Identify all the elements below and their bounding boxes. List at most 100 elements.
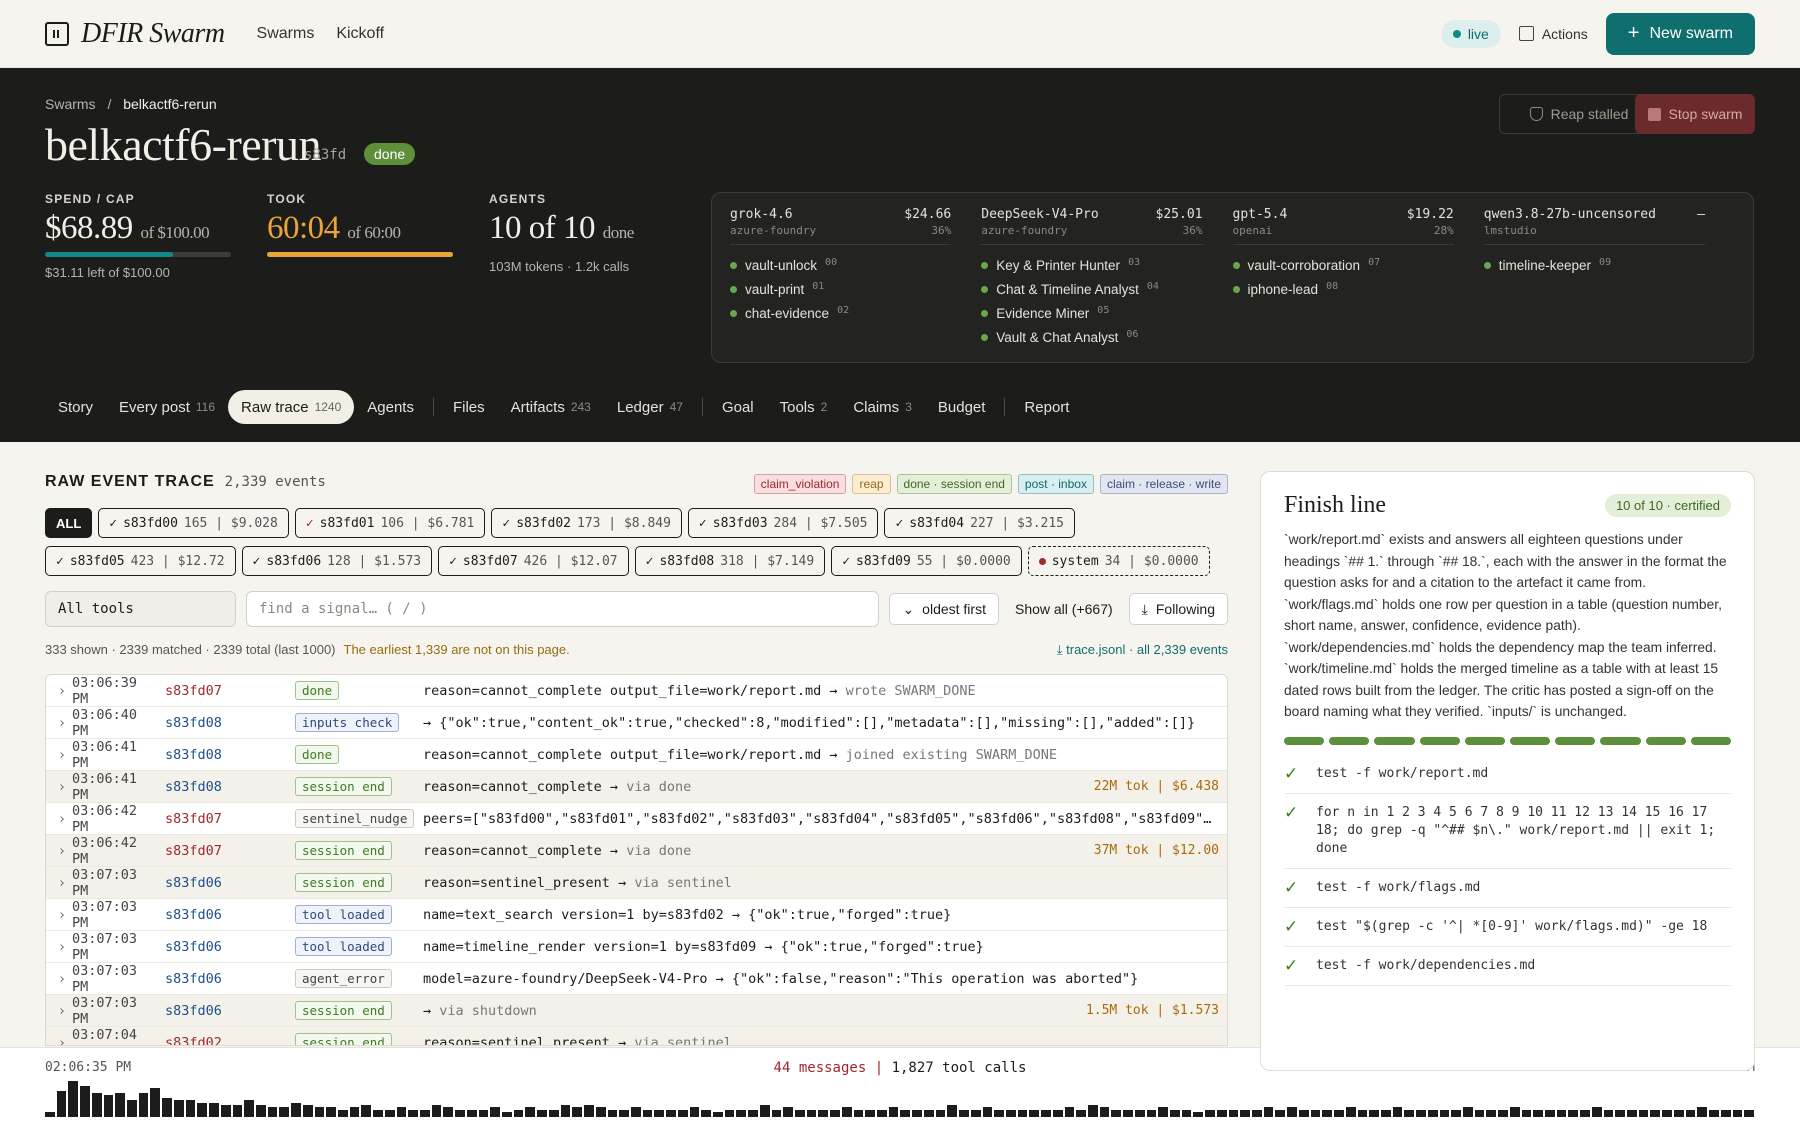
row-agent[interactable]: s83fd08	[165, 779, 295, 795]
table-row[interactable]: › 03:07:03 PM s83fd06 session end → via shut…	[46, 995, 1227, 1027]
expand-chevron-icon[interactable]: ›	[52, 907, 72, 923]
sort-button[interactable]: ⌄ oldest first	[889, 593, 999, 625]
tools-select[interactable]: All tools	[45, 591, 236, 627]
chip-agent-id: system	[1051, 553, 1099, 569]
tab-every-post[interactable]: Every post 116	[106, 390, 228, 424]
agent-item[interactable]: chat-evidence 02	[730, 301, 951, 325]
new-swarm-button[interactable]: + New swarm	[1605, 12, 1755, 55]
tab-report[interactable]: Report	[1011, 390, 1082, 424]
tab-goal[interactable]: Goal	[709, 390, 767, 424]
tab-agents[interactable]: Agents	[354, 390, 427, 424]
agent-filter-chip[interactable]: ✓ s83fd09 55 | $0.0000	[831, 546, 1022, 576]
agent-filter-chip[interactable]: ✓ s83fd08 318 | $7.149	[634, 546, 826, 576]
agent-item[interactable]: Chat & Timeline Analyst 04	[981, 277, 1202, 301]
agent-filter-chip[interactable]: ✓ s83fd03 284 | $7.505	[687, 508, 879, 538]
row-agent[interactable]: s83fd06	[165, 939, 295, 955]
agent-filter-chip[interactable]: ✓ s83fd05 423 | $12.72	[45, 546, 236, 576]
tab-claims[interactable]: Claims 3	[840, 390, 925, 424]
certified-badge: 10 of 10 · certified	[1604, 494, 1731, 517]
agent-filter-chip[interactable]: ✓ s83fd06 128 | $1.573	[241, 546, 433, 576]
row-agent[interactable]: s83fd06	[165, 875, 295, 891]
expand-chevron-icon[interactable]: ›	[52, 843, 72, 859]
agent-filter-chip[interactable]: ✓ s83fd00 165 | $9.028	[98, 508, 289, 538]
actions-button[interactable]: Actions	[1518, 26, 1588, 42]
tab-budget[interactable]: Budget	[925, 390, 999, 424]
agent-item[interactable]: Key & Printer Hunter 03	[981, 253, 1202, 277]
agent-item[interactable]: Vault & Chat Analyst 06	[981, 325, 1202, 349]
expand-chevron-icon[interactable]: ›	[52, 811, 72, 827]
table-row[interactable]: › 03:07:03 PM s83fd06 tool loaded name=timel…	[46, 931, 1227, 963]
row-agent[interactable]: s83fd08	[165, 747, 295, 763]
stop-icon	[1647, 107, 1661, 121]
expand-chevron-icon[interactable]: ›	[52, 1003, 72, 1019]
timeline-bar	[232, 1105, 243, 1117]
expand-chevron-icon[interactable]: ›	[52, 971, 72, 987]
nav-swarms[interactable]: Swarms	[257, 25, 315, 43]
show-all-button[interactable]: Show all (+667)	[1009, 601, 1119, 617]
table-row[interactable]: › 03:06:41 PM s83fd08 session end reason=can…	[46, 771, 1227, 803]
expand-chevron-icon[interactable]: ›	[52, 939, 72, 955]
check-list: ✓ test -f work/report.md ✓ for n in 1 2 3 4…	[1284, 755, 1731, 986]
breadcrumb-root[interactable]: Swarms	[45, 96, 96, 112]
agent-item[interactable]: vault-unlock 00	[730, 253, 951, 277]
row-agent[interactable]: s83fd06	[165, 1003, 295, 1019]
table-row[interactable]: › 03:06:41 PM s83fd08 done reason=cannot_com…	[46, 739, 1227, 771]
row-agent[interactable]: s83fd07	[165, 811, 295, 827]
following-button[interactable]: ⤓ Following	[1128, 593, 1228, 625]
stop-swarm-button[interactable]: Stop swarm	[1635, 94, 1755, 134]
expand-chevron-icon[interactable]: ›	[52, 1035, 72, 1046]
row-agent[interactable]: s83fd07	[165, 683, 295, 699]
chip-stats: 284 | $7.505	[773, 515, 868, 531]
expand-chevron-icon[interactable]: ›	[52, 715, 72, 731]
tab-ledger[interactable]: Ledger 47	[604, 390, 696, 424]
timeline-bar	[138, 1093, 149, 1117]
logo[interactable]: DFIR Swarm	[45, 18, 225, 50]
timeline-histogram[interactable]	[45, 1081, 1755, 1117]
agent-item[interactable]: Evidence Miner 05	[981, 301, 1202, 325]
table-row[interactable]: › 03:06:39 PM s83fd07 done reason=cannot_com…	[46, 675, 1227, 707]
agent-item[interactable]: vault-corroboration 07	[1232, 253, 1454, 277]
nav-kickoff[interactable]: Kickoff	[336, 25, 384, 43]
table-row[interactable]: › 03:07:03 PM s83fd06 session end reason=sen…	[46, 867, 1227, 899]
table-row[interactable]: › 03:06:42 PM s83fd07 session end reason=can…	[46, 835, 1227, 867]
row-message-detail: via done	[626, 842, 692, 859]
took-label: TOOK	[267, 192, 307, 206]
expand-chevron-icon[interactable]: ›	[52, 875, 72, 891]
tab-tools[interactable]: Tools 2	[767, 390, 841, 424]
expand-chevron-icon[interactable]: ›	[52, 683, 72, 699]
tab-raw-trace[interactable]: Raw trace 1240	[228, 390, 355, 424]
expand-chevron-icon[interactable]: ›	[52, 779, 72, 795]
filter-all-chip[interactable]: ALL	[45, 508, 93, 538]
agent-filter-chip[interactable]: ✓ s83fd04 227 | $3.215	[884, 508, 1076, 538]
row-agent[interactable]: s83fd06	[165, 907, 295, 923]
tab-artifacts[interactable]: Artifacts 243	[498, 390, 604, 424]
tab-label: Agents	[367, 398, 414, 416]
row-agent[interactable]: s83fd06	[165, 971, 295, 987]
row-agent[interactable]: s83fd07	[165, 843, 295, 859]
timeline-bar	[1275, 1109, 1286, 1117]
table-row[interactable]: › 03:06:42 PM s83fd07 sentinel_nudge peers=[…	[46, 803, 1227, 835]
model-provider-row: azure-foundry 36%	[981, 224, 1203, 245]
table-row[interactable]: › 03:07:03 PM s83fd06 agent_error model=azur…	[46, 963, 1227, 995]
agent-item[interactable]: timeline-keeper 09	[1483, 253, 1705, 277]
agent-filter-chip[interactable]: ✓ s83fd02 173 | $8.849	[491, 508, 682, 538]
download-arrow-icon: ⤓	[1141, 600, 1148, 617]
download-trace-link[interactable]: ⤓ trace.jsonl · all 2,339 events	[1057, 642, 1228, 658]
row-agent[interactable]: s83fd08	[165, 715, 295, 731]
tab-files[interactable]: Files	[440, 390, 498, 424]
agent-filter-chip[interactable]: ✓ s83fd01 106 | $6.781	[294, 508, 486, 538]
event-type-badge: tool loaded	[295, 936, 392, 956]
actions-icon	[1518, 26, 1534, 41]
agent-item[interactable]: vault-print 01	[730, 277, 951, 301]
table-row[interactable]: › 03:07:03 PM s83fd06 tool loaded name=text_…	[46, 899, 1227, 931]
agent-filter-chip[interactable]: ✓ s83fd07 426 | $12.07	[438, 546, 629, 576]
legend-claim-release-write: claim · release · write	[1099, 474, 1228, 494]
table-row[interactable]: › 03:06:40 PM s83fd08 inputs check → {"ok":t…	[46, 707, 1227, 739]
search-input[interactable]: find a signal… ( / )	[246, 591, 880, 627]
expand-chevron-icon[interactable]: ›	[52, 747, 72, 763]
table-row[interactable]: ›03:07:04 PM s83fd02session end reason=sen…	[46, 1027, 1227, 1046]
system-filter-chip[interactable]: system 34 | $0.0000	[1027, 546, 1210, 576]
tab-story[interactable]: Story	[45, 390, 106, 424]
row-agent[interactable]: s83fd02	[165, 1035, 295, 1046]
agent-item[interactable]: iphone-lead 08	[1232, 277, 1454, 301]
